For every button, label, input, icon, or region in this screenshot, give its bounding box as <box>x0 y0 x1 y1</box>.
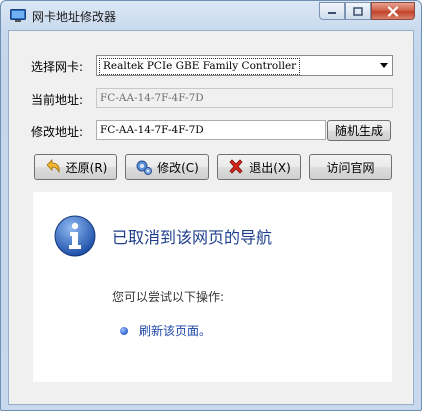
modify-address-label: 修改地址: <box>31 125 84 139</box>
red-x-icon <box>229 159 243 174</box>
adapter-select-value: Realtek PCIe GBE Family Controller <box>99 58 301 75</box>
visit-website-label: 访问官网 <box>326 160 375 175</box>
navigation-suggestion-text: 您可以尝试以下操作: <box>112 290 225 304</box>
info-icon <box>54 215 96 257</box>
window-title: 网卡地址修改器 <box>32 10 117 24</box>
browser-panel: 已取消到该网页的导航 您可以尝试以下操作: 刷新该页面。 <box>33 192 392 382</box>
bullet-icon <box>120 327 128 335</box>
minimize-button[interactable] <box>319 2 345 20</box>
chevron-down-icon[interactable] <box>375 56 392 75</box>
modify-address-input[interactable]: FC-AA-14-7F-4F-7D <box>96 120 326 140</box>
exit-label: 退出(X) <box>249 160 291 175</box>
current-address-field: FC-AA-14-7F-4F-7D <box>96 88 393 108</box>
maximize-icon <box>353 6 363 16</box>
modify-label: 修改(C) <box>157 160 199 175</box>
current-address-label: 当前地址: <box>31 93 84 107</box>
app-window: 网卡地址修改器 选择网卡: Realtek PCIe GBE Family Co… <box>0 0 422 411</box>
adapter-select[interactable]: Realtek PCIe GBE Family Controller <box>96 55 393 76</box>
caption-buttons <box>319 2 415 21</box>
minimize-icon <box>328 12 336 14</box>
restore-button[interactable]: 还原(R) <box>34 154 117 180</box>
gear-icon <box>136 160 153 175</box>
random-generate-label: 随机生成 <box>334 124 383 138</box>
undo-arrow-icon <box>46 159 60 174</box>
random-generate-button[interactable]: 随机生成 <box>327 120 391 141</box>
maximize-button[interactable] <box>345 2 371 20</box>
restore-label: 还原(R) <box>65 160 108 175</box>
visit-website-button[interactable]: 访问官网 <box>309 154 392 180</box>
title-bar[interactable]: 网卡地址修改器 <box>1 1 421 31</box>
client-area: 选择网卡: Realtek PCIe GBE Family Controller… <box>8 30 414 405</box>
network-card-icon <box>10 9 26 22</box>
exit-button[interactable]: 退出(X) <box>217 154 301 180</box>
refresh-page-link[interactable]: 刷新该页面。 <box>139 322 211 339</box>
close-icon <box>387 5 399 17</box>
close-button[interactable] <box>371 2 415 20</box>
adapter-label: 选择网卡: <box>31 60 84 74</box>
navigation-cancelled-title: 已取消到该网页的导航 <box>112 228 273 247</box>
modify-button[interactable]: 修改(C) <box>125 154 209 180</box>
